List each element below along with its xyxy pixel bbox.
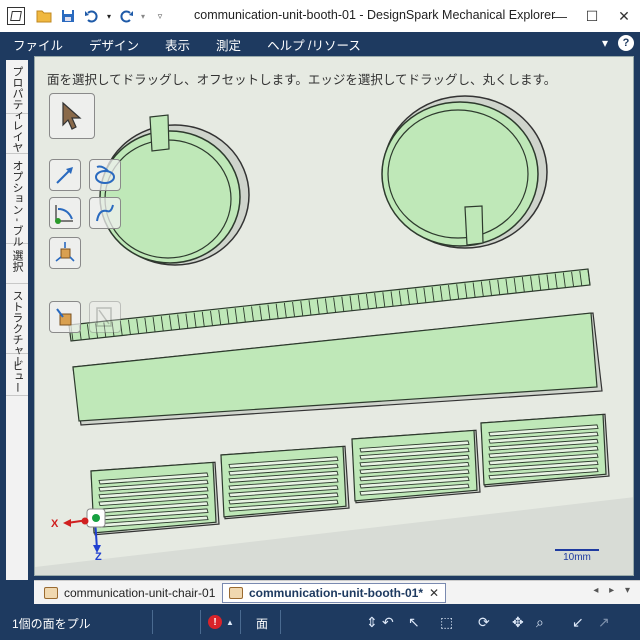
- right-dial-part[interactable]: [381, 95, 548, 249]
- document-icon: [229, 587, 243, 599]
- undo-dropdown-icon[interactable]: ▾: [105, 5, 113, 27]
- undo-select-icon[interactable]: ↶: [382, 614, 394, 631]
- status-divider: [280, 610, 281, 634]
- menu-design[interactable]: デザイン: [76, 35, 152, 54]
- menu-file[interactable]: ファイル: [0, 35, 76, 54]
- status-divider: [152, 610, 153, 634]
- grille-part[interactable]: [90, 461, 220, 536]
- tab-nav-arrows[interactable]: ◂ ▸ ▾: [593, 585, 634, 596]
- error-dropdown-icon[interactable]: ▲: [226, 618, 234, 627]
- select-mode-icon[interactable]: ↖: [408, 614, 420, 631]
- pan-icon[interactable]: ✥: [512, 614, 524, 631]
- box-select-icon[interactable]: ⬚: [440, 614, 453, 631]
- viewport-hint-text: 面を選択してドラッグし、オフセットします。エッジを選択してドラッグし、丸くします…: [47, 73, 557, 87]
- grille-part[interactable]: [220, 445, 350, 520]
- tab-layers[interactable]: レイヤ: [6, 116, 28, 154]
- fill-tool[interactable]: [49, 301, 81, 333]
- grille-part[interactable]: [351, 429, 481, 504]
- axis-x-label: X: [51, 518, 59, 530]
- window-controls: — ☐ ✕: [544, 0, 640, 32]
- title-bar: ▾ ▾ ▿ communication-unit-booth-01 - Desi…: [0, 0, 640, 32]
- tab-options[interactable]: オプション - ブル: [6, 156, 28, 247]
- doc-tab-booth[interactable]: communication-unit-booth-01* ✕: [222, 583, 447, 603]
- minimize-button[interactable]: —: [544, 0, 576, 32]
- move-tool[interactable]: [49, 237, 81, 269]
- menu-measure[interactable]: 測定: [203, 35, 254, 54]
- menu-help-resources[interactable]: ヘルプ /リソース: [254, 35, 374, 54]
- undo-icon[interactable]: [81, 5, 103, 27]
- model-scene[interactable]: X Z: [35, 57, 634, 576]
- scale-bar-line: [555, 549, 599, 551]
- grille-part[interactable]: [480, 413, 610, 488]
- document-tabs: communication-unit-chair-01 communicatio…: [34, 580, 640, 604]
- redo-dropdown-icon[interactable]: ▾: [139, 5, 147, 27]
- folder-open-icon[interactable]: [33, 5, 55, 27]
- tab-selection[interactable]: 選択: [6, 246, 28, 284]
- menu-display[interactable]: 表示: [152, 35, 203, 54]
- document-icon: [44, 587, 58, 599]
- scale-bar-label: 10mm: [563, 552, 591, 563]
- save-icon[interactable]: [57, 5, 79, 27]
- status-bar: 1個の面をプル ! ▲ 面 ⇕ ↶ ↖ ⬚ ⟳ ✥ ⌕ ↙ ↗: [0, 604, 640, 640]
- sweep-tool[interactable]: [49, 197, 81, 229]
- tab-view[interactable]: ビュー: [6, 356, 28, 396]
- quick-access-toolbar: ▾ ▾ ▿: [0, 0, 171, 32]
- select-arrow-tool[interactable]: [49, 93, 95, 139]
- orbit-icon[interactable]: ⟳: [478, 614, 490, 631]
- spin-arrows-icon[interactable]: ⇕: [366, 614, 378, 631]
- error-icon[interactable]: !: [208, 615, 222, 629]
- pull-tool[interactable]: [49, 159, 81, 191]
- close-tab-icon[interactable]: ✕: [429, 586, 439, 600]
- next-view-icon[interactable]: ↗: [598, 614, 610, 631]
- revolve-tool[interactable]: [89, 159, 121, 191]
- doc-tab-label: communication-unit-chair-01: [64, 586, 216, 600]
- ribbon-collapse-icon[interactable]: ▾: [602, 36, 608, 50]
- status-divider: [240, 610, 241, 634]
- help-icon[interactable]: ?: [618, 35, 634, 51]
- previous-view-icon[interactable]: ↙: [572, 614, 584, 631]
- side-panel-tabs: プロパティ レイヤ オプション - ブル 選択 ストラクチャー ビュー: [0, 56, 34, 580]
- customize-icon[interactable]: ▿: [149, 5, 171, 27]
- selection-filter-label[interactable]: 面: [256, 615, 268, 632]
- axis-z-label: Z: [95, 551, 102, 563]
- status-message: 1個の面をプル: [12, 617, 91, 631]
- app-icon[interactable]: [7, 7, 25, 25]
- menu-bar: ファイル デザイン 表示 測定 ヘルプ /リソース ▾ ?: [0, 32, 640, 56]
- status-divider: [200, 610, 201, 634]
- tab-properties[interactable]: プロパティ: [6, 62, 28, 121]
- zoom-icon[interactable]: ⌕: [536, 614, 544, 631]
- maximize-button[interactable]: ☐: [576, 0, 608, 32]
- pivot-tool[interactable]: [89, 301, 121, 333]
- window-title: communication-unit-booth-01 - DesignSpar…: [194, 8, 556, 22]
- doc-tab-chair[interactable]: communication-unit-chair-01: [38, 583, 221, 603]
- close-button[interactable]: ✕: [608, 0, 640, 32]
- tab-structure[interactable]: ストラクチャー: [6, 286, 28, 367]
- design-viewport[interactable]: X Z 面を選択してドラッグし、オフセットします。エッジを選択してドラッグし、丸…: [34, 56, 634, 576]
- scale-bar: 10mm: [555, 549, 599, 563]
- doc-tab-label: communication-unit-booth-01*: [249, 586, 423, 600]
- blend-tool[interactable]: [89, 197, 121, 229]
- redo-icon[interactable]: [115, 5, 137, 27]
